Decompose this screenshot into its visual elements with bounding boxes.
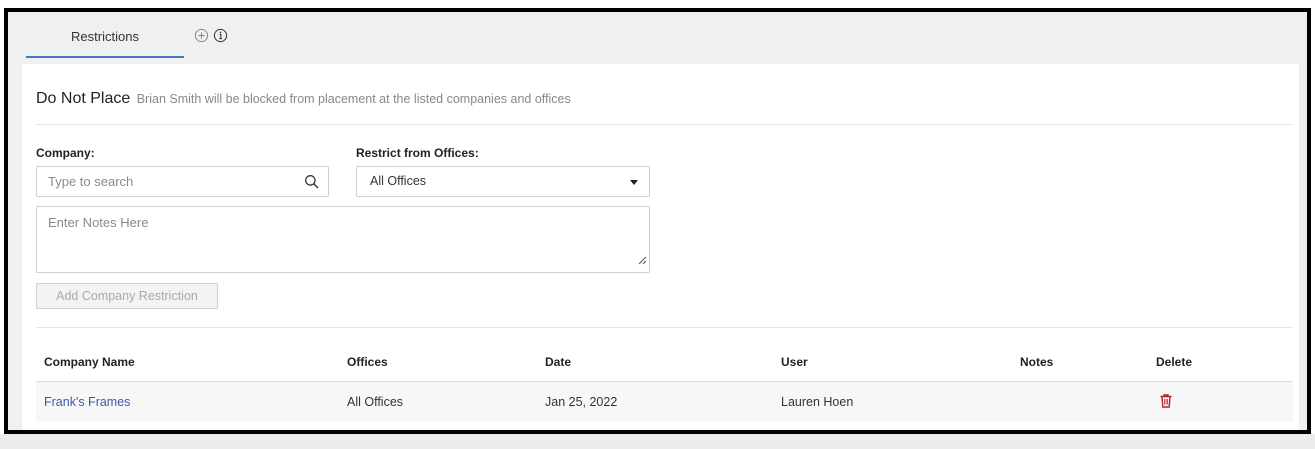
trash-icon[interactable] bbox=[1159, 393, 1173, 414]
company-search-field bbox=[36, 166, 329, 197]
notes-field bbox=[36, 206, 650, 273]
section-title: Do Not Place bbox=[36, 90, 131, 107]
divider bbox=[36, 124, 1293, 125]
offices-select-value: All Offices bbox=[370, 174, 427, 188]
column-header-user: User bbox=[781, 355, 808, 369]
company-label: Company: bbox=[36, 146, 95, 160]
search-icon[interactable] bbox=[304, 174, 319, 194]
column-header-company-name: Company Name bbox=[44, 355, 135, 369]
add-company-restriction-button[interactable]: Add Company Restriction bbox=[36, 283, 218, 309]
date-cell: Jan 25, 2022 bbox=[545, 395, 618, 409]
company-name-link[interactable]: Frank's Frames bbox=[44, 395, 130, 409]
offices-label: Restrict from Offices: bbox=[356, 146, 479, 160]
divider bbox=[36, 327, 1293, 328]
column-header-notes: Notes bbox=[1020, 355, 1054, 369]
resize-handle-icon[interactable] bbox=[638, 252, 647, 270]
column-header-offices: Offices bbox=[347, 355, 388, 369]
info-icon[interactable] bbox=[213, 28, 228, 43]
active-tab-indicator bbox=[26, 56, 184, 58]
chevron-down-icon bbox=[630, 180, 638, 185]
user-cell: Lauren Hoen bbox=[781, 395, 854, 409]
offices-cell: All Offices bbox=[347, 395, 404, 409]
column-header-delete: Delete bbox=[1156, 355, 1193, 369]
section-heading: Do Not Place Brian Smith will be blocked… bbox=[36, 90, 571, 108]
page-footer-strip bbox=[0, 434, 1315, 449]
plus-circle-icon[interactable] bbox=[194, 28, 209, 43]
notes-textarea[interactable] bbox=[37, 207, 649, 272]
offices-select[interactable]: All Offices bbox=[356, 166, 650, 197]
restrictions-panel: Do Not Place Brian Smith will be blocked… bbox=[22, 64, 1299, 430]
tab-restrictions[interactable]: Restrictions bbox=[26, 24, 184, 58]
column-header-date: Date bbox=[545, 355, 572, 369]
tab-bar: Restrictions bbox=[8, 12, 1307, 64]
table-row: Frank's Frames All Offices Jan 25, 2022 … bbox=[36, 382, 1293, 422]
company-search-input[interactable] bbox=[37, 167, 287, 196]
restrictions-frame: Restrictions Do Not Place Brian Smith wi… bbox=[4, 8, 1311, 434]
section-subtitle: Brian Smith will be blocked from placeme… bbox=[136, 92, 571, 106]
tab-actions bbox=[194, 28, 228, 43]
